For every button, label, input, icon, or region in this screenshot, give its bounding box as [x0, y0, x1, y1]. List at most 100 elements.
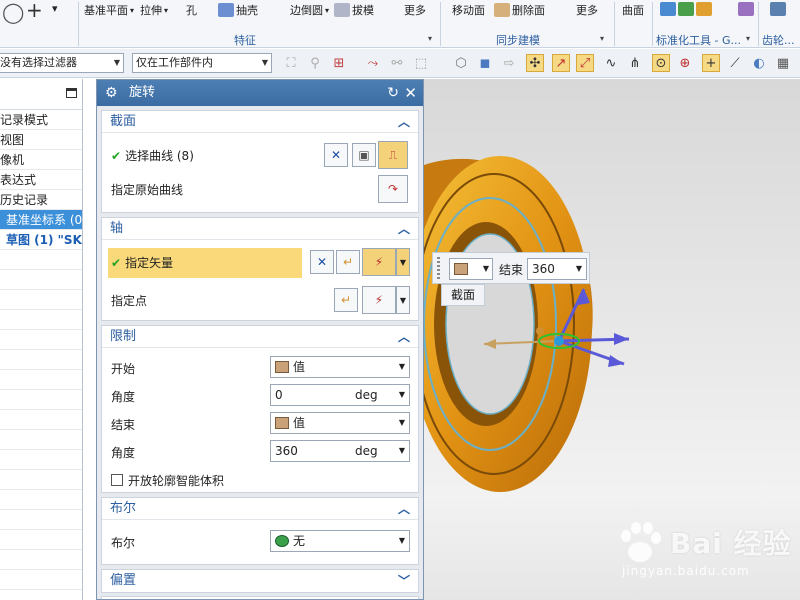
reverse-direction-icon[interactable]: ✕ [310, 250, 334, 274]
tool-icon [660, 2, 676, 16]
end-point-icon[interactable]: ↗ [552, 54, 570, 72]
mid-point-icon[interactable]: ⤢ [576, 54, 594, 72]
end-value-input[interactable]: 360 ▼ [527, 258, 587, 280]
maximize-icon[interactable] [66, 88, 77, 98]
grid-icon[interactable]: ▦ [774, 54, 792, 72]
open-profile-checkbox[interactable] [111, 474, 123, 486]
curve-rule-icon[interactable]: ✕ [324, 143, 348, 167]
quadrant-icon[interactable]: ⊕ [676, 54, 694, 72]
ribbon-more-2[interactable]: 更多 [576, 2, 598, 18]
ribbon-more-1[interactable]: 更多 [404, 2, 426, 18]
standard-tools-icons[interactable] [660, 2, 712, 16]
reset-icon[interactable]: ↻ [387, 80, 399, 106]
group-expand-icon[interactable]: ▾ [428, 34, 432, 43]
nav-empty-row [0, 550, 82, 570]
arc-center-icon[interactable]: ⊙ [652, 54, 670, 72]
box-select-icon[interactable]: ⬚ [412, 54, 430, 72]
nav-item-camera[interactable]: 像机 [0, 150, 82, 170]
original-curve-icon[interactable]: ↷ [378, 175, 408, 203]
ribbon-hole[interactable]: 孔 [186, 2, 197, 18]
start-angle-input[interactable]: 0 deg ▼ [270, 384, 410, 406]
existing-point-icon[interactable]: + [702, 54, 720, 72]
axis-group: 轴 ︿ ✔ 指定矢量 ✕ ↵ ⚡ ▼ 指定点 ↵ ⚡ ▼ [101, 217, 419, 321]
solid-icon[interactable]: ⬡ [452, 54, 470, 72]
specify-vector-row[interactable]: ✔ 指定矢量 [108, 248, 302, 278]
gear-icon[interactable]: ⚙ [105, 80, 118, 106]
boolean-header[interactable]: 布尔 ︿ [102, 498, 418, 520]
filter-icon[interactable]: ⛶ [282, 54, 300, 72]
curve-icon[interactable]: ⎍ [378, 141, 408, 169]
end-type-select[interactable]: 值 ▼ [270, 412, 410, 434]
add-icon[interactable]: + [26, 0, 43, 22]
nav-item-datum-csys[interactable]: 基准坐标系 (0) [0, 210, 82, 230]
part-navigator: 记录模式 视图 像机 表达式 历史记录 基准坐标系 (0) 草图 (1) "SK… [0, 79, 83, 600]
chevron-up-icon[interactable]: ︿ [398, 326, 410, 348]
point-snap-icon[interactable]: ✣ [526, 54, 544, 72]
inferred-point-icon[interactable]: ⚡ [362, 286, 396, 314]
cube-icon[interactable]: ◼ [476, 54, 494, 72]
open-profile-row[interactable]: 开放轮廓智能体积 [102, 466, 418, 494]
ribbon-datum-plane[interactable]: 基准平面 ▾ [84, 2, 134, 18]
follow-fillet-icon[interactable]: ⚯ [388, 54, 406, 72]
type-filter-select[interactable]: 没有选择过滤器 ▼ [0, 53, 124, 73]
origin-handle[interactable] [554, 336, 564, 346]
nav-item-view[interactable]: 视图 [0, 130, 82, 150]
specify-point-row[interactable]: 指定点 ↵ ⚡ ▼ [102, 286, 418, 314]
group-expand-icon[interactable]: ▾ [746, 34, 750, 43]
chevron-up-icon[interactable]: ︿ [398, 218, 410, 240]
ribbon-edge-blend[interactable]: 边倒圆 ▾ [290, 2, 329, 18]
ribbon-extra-icon[interactable] [770, 2, 786, 16]
nav-item-expressions[interactable]: 表达式 [0, 170, 82, 190]
vector-dialog-icon[interactable]: ↵ [336, 250, 360, 274]
select-curve-row[interactable]: ✔ 选择曲线 (8) ✕ ▣ ⎍ [102, 141, 418, 169]
drag-grip[interactable] [437, 257, 440, 281]
ribbon-extrude[interactable]: 拉伸 ▾ [140, 2, 168, 18]
nav-item-sketch[interactable]: 草图 (1) "SKE [0, 230, 82, 250]
snap-icon[interactable]: ⚲ [306, 54, 324, 72]
chevron-up-icon[interactable]: ︿ [398, 111, 410, 133]
limits-header[interactable]: 限制 ︿ [102, 326, 418, 348]
chevron-down-icon[interactable]: ﹀ [398, 570, 410, 592]
ribbon-move-face[interactable]: 移动面 [452, 2, 485, 18]
point-handle[interactable] [536, 327, 544, 335]
point-on-face-icon[interactable]: ◐ [750, 54, 768, 72]
ribbon-delete-face[interactable]: 删除面 [494, 2, 545, 18]
limits-group: 限制 ︿ 开始 值 ▼ 角度 0 deg ▼ 结束 值 ▼ 角度 360 deg… [101, 325, 419, 493]
partial-icon[interactable]: ◯ [2, 0, 24, 24]
boolean-select[interactable]: 无 ▼ [270, 530, 410, 552]
ribbon-dropdown-icon[interactable]: ▾ [52, 2, 58, 15]
close-icon[interactable]: ✕ [404, 80, 417, 106]
nav-item-history[interactable]: 历史记录 [0, 190, 82, 210]
stop-at-intersection-icon[interactable]: ⤳ [364, 54, 382, 72]
dialog-title-bar[interactable]: ⚙ 旋转 ↻ ✕ [97, 80, 423, 106]
point-dropdown-icon[interactable]: ▼ [396, 286, 410, 314]
start-type-select[interactable]: 值 ▼ [270, 356, 410, 378]
control-point-icon[interactable]: ∿ [602, 54, 620, 72]
gear-tool-icon[interactable] [738, 2, 754, 16]
original-curve-row[interactable]: 指定原始曲线 ↷ [102, 175, 418, 203]
ribbon-draft[interactable]: 拔模 [334, 2, 374, 18]
section-header[interactable]: 截面 ︿ [102, 111, 418, 133]
nav-empty-row [0, 270, 82, 290]
intersection-icon[interactable]: ⋔ [626, 54, 644, 72]
point-dialog-icon[interactable]: ↵ [334, 288, 358, 312]
point-on-curve-icon[interactable]: ⟋ [726, 54, 744, 72]
offset-header[interactable]: 偏置 ﹀ [102, 570, 418, 592]
end-angle-input[interactable]: 360 deg ▼ [270, 440, 410, 462]
vector-dropdown-icon[interactable]: ▼ [396, 248, 410, 276]
ribbon-shell[interactable]: 抽壳 [218, 2, 258, 18]
selection-scope-select[interactable]: 仅在工作部件内 ▼ [132, 53, 272, 73]
group-expand-icon[interactable]: ▾ [600, 34, 604, 43]
ribbon-surface[interactable]: 曲面 [622, 2, 644, 18]
sketch-section-icon[interactable]: ▣ [352, 143, 376, 167]
arrow-icon[interactable]: ⇨ [500, 54, 518, 72]
check-icon: ✔ [111, 149, 122, 163]
limit-type-select[interactable]: ▼ [449, 258, 493, 280]
curve-rule-icon[interactable]: ⊞ [330, 54, 348, 72]
chevron-up-icon[interactable]: ︿ [398, 498, 410, 520]
section-tag[interactable]: 截面 [441, 284, 485, 306]
axis-header[interactable]: 轴 ︿ [102, 218, 418, 240]
inferred-vector-icon[interactable]: ⚡ [362, 248, 396, 276]
nav-item-record-mode[interactable]: 记录模式 [0, 110, 82, 130]
start-angle-row: 角度 0 deg ▼ [102, 382, 418, 410]
